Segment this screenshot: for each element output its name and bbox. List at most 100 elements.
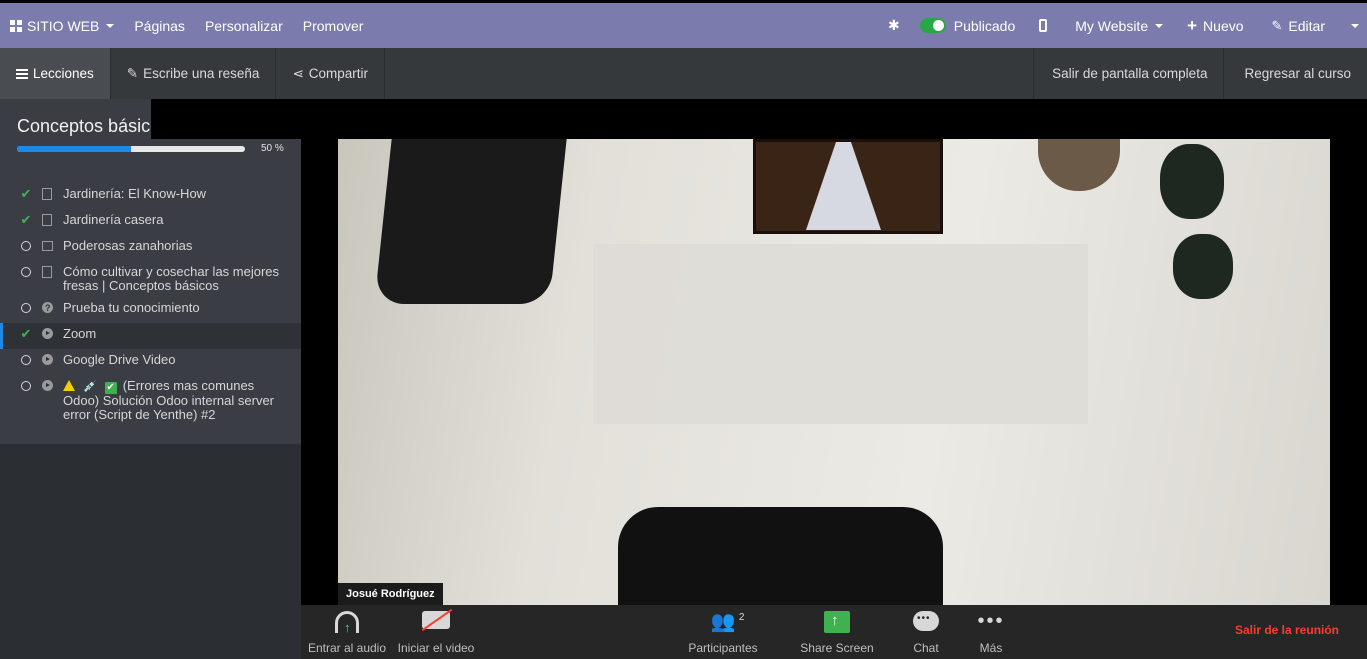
lesson-item[interactable]: Poderosas zanahorias <box>0 235 301 261</box>
lesson-item[interactable]: Prueba tu conocimiento <box>0 297 301 323</box>
new-button[interactable]: + Nuevo <box>1177 3 1253 48</box>
completed-check-icon[interactable]: ✔ <box>20 327 32 340</box>
pencil-icon: ✎ <box>126 65 139 81</box>
publish-label: Publicado <box>953 17 1016 34</box>
image-icon <box>42 240 54 254</box>
caret-down-icon <box>1155 23 1164 28</box>
more-button[interactable]: ••• Más <box>969 605 1013 659</box>
tab-lessons-label: Lecciones <box>33 66 94 81</box>
incomplete-circle-icon[interactable] <box>20 266 32 280</box>
publish-toggle[interactable]: Publicado <box>910 3 1026 48</box>
participants-label: Participantes <box>688 641 758 655</box>
document-icon <box>42 214 54 229</box>
exit-fullscreen-button[interactable]: Salir de pantalla completa <box>1033 48 1223 99</box>
wall-plate <box>1038 139 1120 191</box>
completed-check-icon[interactable]: ✔ <box>20 213 32 226</box>
course-title: Conceptos básicos <box>17 116 170 136</box>
lesson-title: Prueba tu conocimiento <box>63 300 200 315</box>
headphones-icon: ↑ <box>335 611 359 634</box>
join-audio-label: Entrar al audio <box>307 641 387 655</box>
course-progress-bar <box>17 146 245 152</box>
tab-lessons[interactable]: Lecciones <box>0 48 111 99</box>
play-icon <box>42 328 54 342</box>
caret-down-icon <box>106 23 115 28</box>
back-to-course-button[interactable]: Regresar al curso <box>1223 48 1367 99</box>
share-screen-button[interactable]: Share Screen <box>795 605 879 659</box>
participant-video <box>338 139 1330 605</box>
syringe-icon: 💉 <box>83 381 97 393</box>
incomplete-circle-icon[interactable] <box>20 240 32 254</box>
lesson-item[interactable]: Cómo cultivar y cosechar las mejores fre… <box>0 261 301 297</box>
new-label: Nuevo <box>1203 17 1244 34</box>
lessons-sidebar: Conceptos básicos 50 % ✔ Jardinería: El K… <box>0 99 301 659</box>
chat-label: Chat <box>913 641 939 655</box>
share-icon: ⋖ <box>292 65 304 81</box>
lesson-title: Jardinería: El Know-How <box>63 186 207 201</box>
caret-down-icon <box>1351 23 1359 28</box>
lesson-item[interactable]: ✔ Jardinería: El Know-How <box>0 183 301 209</box>
website-switcher-label: My Website <box>1075 17 1149 34</box>
zoom-meeting-toolbar: ↑ Entrar al audio Iniciar el video 👥 2 Pa… <box>301 605 1367 659</box>
wall-clock <box>374 139 567 304</box>
menu-pages[interactable]: Páginas <box>124 3 195 48</box>
lessons-panel: Conceptos básicos 50 % ✔ Jardinería: El K… <box>0 99 301 444</box>
lesson-item[interactable]: Google Drive Video <box>0 349 301 375</box>
apps-menu-label: SITIO WEB <box>27 17 100 34</box>
start-video-label: Iniciar el video <box>397 641 475 655</box>
incomplete-circle-icon[interactable] <box>20 380 32 394</box>
lesson-item[interactable]: ✔ Zoom <box>0 323 301 349</box>
menu-promote[interactable]: Promover <box>293 3 374 48</box>
edit-label: Editar <box>1288 17 1325 34</box>
progress-fill <box>17 146 131 152</box>
incomplete-circle-icon[interactable] <box>20 302 32 316</box>
start-video-button[interactable]: Iniciar el video <box>394 605 478 659</box>
website-admin-bar: SITIO WEB Páginas Personalizar Promover … <box>0 3 1367 48</box>
join-audio-button[interactable]: ↑ Entrar al audio <box>305 605 389 659</box>
more-label: Más <box>979 641 1003 655</box>
bug-icon: ✱ <box>888 17 900 33</box>
more-dots-icon: ••• <box>977 610 1005 632</box>
navbar-spacer <box>385 48 1033 99</box>
share-screen-label: Share Screen <box>800 641 874 655</box>
website-switcher[interactable]: My Website <box>1061 3 1177 48</box>
mobile-preview-button[interactable] <box>1025 3 1061 48</box>
question-icon <box>42 301 54 316</box>
tab-share[interactable]: ⋖ Compartir <box>276 48 386 99</box>
plus-icon: + <box>1187 16 1198 35</box>
hanging-pot <box>1173 234 1233 299</box>
tab-share-label: Compartir <box>308 66 369 81</box>
document-icon <box>42 266 54 281</box>
chat-button[interactable]: Chat <box>904 605 948 659</box>
leave-meeting-button[interactable]: Salir de la reunión <box>1225 605 1349 659</box>
document-icon <box>42 188 54 203</box>
lesson-title: Cómo cultivar y cosechar las mejores fre… <box>63 264 280 293</box>
participants-count: 2 <box>738 612 745 623</box>
edit-button[interactable]: ✎ Editar <box>1254 3 1343 48</box>
chat-bubble-icon <box>913 611 939 631</box>
pencil-icon: ✎ <box>1271 17 1283 33</box>
mobile-icon <box>1039 19 1048 32</box>
lesson-title: Google Drive Video <box>63 352 176 367</box>
lesson-item[interactable]: ✔ Jardinería casera <box>0 209 301 235</box>
progress-percent: 50 % <box>261 143 284 154</box>
apps-grid-icon <box>10 19 22 32</box>
more-options-dropdown[interactable] <box>1343 3 1367 48</box>
participant-name-tag: Josué Rodríguez <box>338 583 443 605</box>
apps-menu-button[interactable]: SITIO WEB <box>0 3 124 48</box>
lesson-item[interactable]: 💉 ✔ (Errores mas comunes Odoo) Solución Od… <box>0 375 301 426</box>
debug-button[interactable]: ✱ <box>878 3 910 48</box>
completed-check-icon[interactable]: ✔ <box>20 187 32 200</box>
tab-write-review-label: Escribe una reseña <box>143 66 260 81</box>
participants-button[interactable]: 👥 2 Participantes <box>683 605 763 659</box>
incomplete-circle-icon[interactable] <box>20 354 32 368</box>
bars-icon <box>16 67 28 81</box>
video-top-letterbox <box>151 99 1367 139</box>
picture-frame <box>753 139 943 234</box>
blurred-area <box>593 244 1088 424</box>
play-icon <box>42 354 54 368</box>
menu-customize[interactable]: Personalizar <box>195 3 293 48</box>
video-off-icon <box>422 611 450 629</box>
tab-write-review[interactable]: ✎ Escribe una reseña <box>111 48 277 99</box>
course-fullscreen-nav: Lecciones ✎ Escribe una reseña ⋖ Compart… <box>0 48 1367 99</box>
lesson-list: ✔ Jardinería: El Know-How ✔ Jardinería case… <box>0 183 301 426</box>
